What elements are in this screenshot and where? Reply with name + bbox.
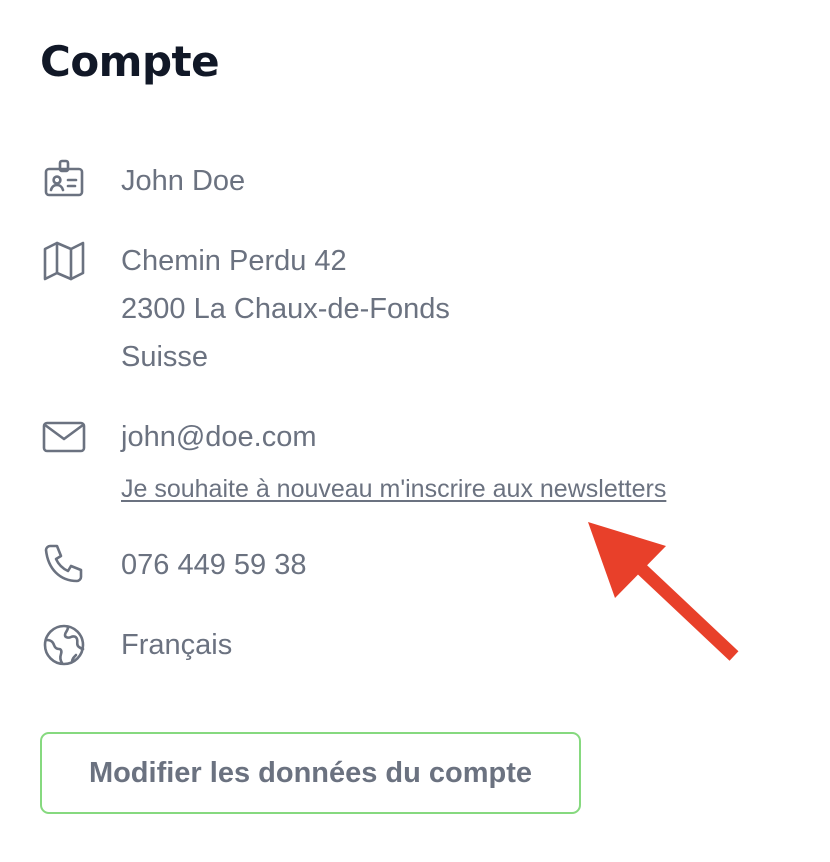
globe-icon — [42, 623, 86, 667]
address-line-2: 2300 La Chaux-de-Fonds — [121, 293, 450, 325]
newsletter-subscribe-link[interactable]: Je souhaite à nouveau m'inscrire aux new… — [121, 472, 666, 506]
id-badge-icon — [42, 158, 86, 202]
account-email: john@doe.com — [121, 421, 317, 453]
edit-account-button[interactable]: Modifier les données du compte — [40, 732, 581, 814]
page-title: Compte — [40, 37, 220, 86]
address-line-3: Suisse — [121, 341, 209, 373]
account-language: Français — [121, 629, 233, 661]
envelope-icon — [42, 415, 86, 459]
annotation-arrow-icon — [588, 522, 739, 661]
phone-icon — [42, 543, 86, 587]
account-phone: 076 449 59 38 — [121, 549, 307, 581]
address-line-1: Chemin Perdu 42 — [121, 245, 347, 277]
account-name: John Doe — [121, 165, 246, 197]
map-icon — [42, 239, 86, 283]
